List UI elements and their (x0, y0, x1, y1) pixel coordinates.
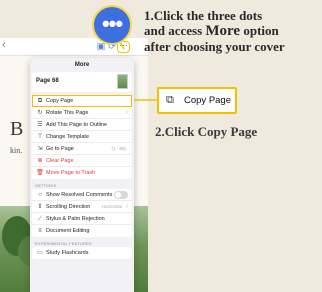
copy-icon: ⧉ (166, 94, 174, 106)
copy-page-callout: ⧉ Copy Page (157, 87, 237, 114)
step2-instruction: 2.Click Copy Page (155, 124, 258, 139)
three-dots-icon: ••• (92, 5, 132, 45)
step1-line2: and access More option (144, 23, 279, 39)
step1-instruction: 1.Click the three dots and access More o… (144, 8, 320, 54)
copy-page-callout-label: Copy Page (184, 95, 232, 106)
step1-line3: after choosing your cover (144, 39, 285, 54)
step1-line1: 1.Click the three dots (144, 8, 263, 23)
